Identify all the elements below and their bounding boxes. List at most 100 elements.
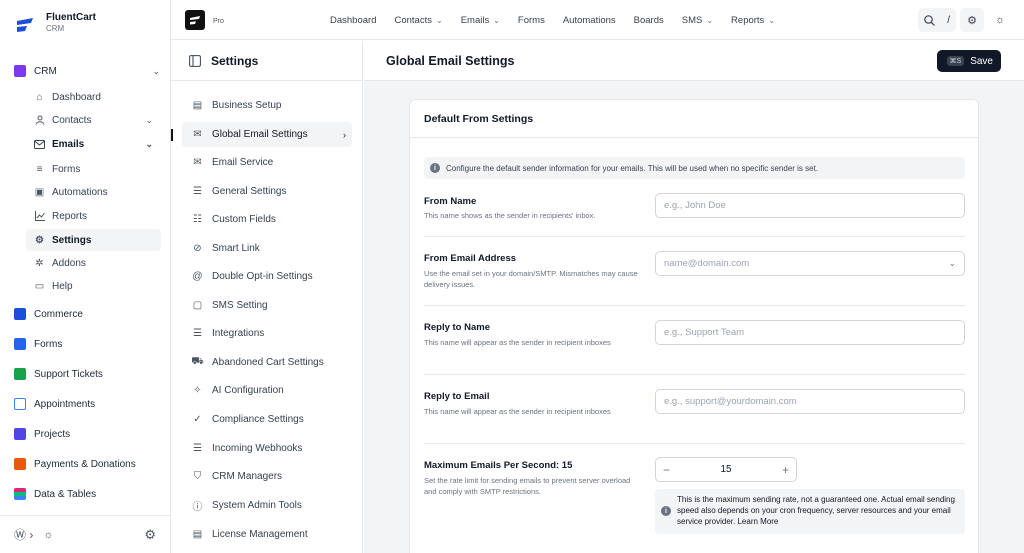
top-menu-automations[interactable]: Automations — [563, 15, 616, 26]
settings-item-smart-link[interactable]: ⊘ Smart Link — [182, 236, 352, 261]
chevron-down-icon: ⌄ — [948, 258, 956, 268]
settings-nav-header: Settings — [171, 41, 362, 81]
sidebar-item-label: Contacts — [52, 114, 92, 126]
sidebar-group-crm[interactable]: CRM ⌄ — [14, 65, 160, 77]
message-icon: ▢ — [192, 300, 203, 311]
mail-icon — [34, 139, 45, 150]
mail-icon: ✉ — [193, 157, 202, 168]
reply-name-input[interactable] — [655, 320, 965, 345]
chevron-right-icon: › — [343, 129, 346, 140]
top-menu-sms[interactable]: SMS ⌄ — [682, 15, 713, 26]
forms-icon — [14, 338, 26, 350]
sidebar-item-settings[interactable]: ⚙ Settings — [26, 229, 161, 251]
sidebar-item-label: Emails — [52, 138, 85, 150]
sidebar-group-commerce[interactable]: Commerce — [14, 308, 160, 320]
sidebar-group-label: Commerce — [34, 308, 83, 320]
sidebar-group-forms[interactable]: Forms — [14, 338, 160, 350]
sidebar-item-automations[interactable]: ▣ Automations — [26, 181, 161, 203]
sidebar-group-label: Support Tickets — [34, 368, 103, 380]
top-menu-contacts[interactable]: Contacts ⌄ — [394, 15, 442, 26]
gear-icon[interactable]: ⚙ — [144, 527, 156, 543]
sliders-icon: ☷ — [193, 214, 202, 225]
sidebar-group-data-tables[interactable]: Data & Tables — [14, 488, 160, 500]
brand[interactable]: FluentCart CRM — [14, 12, 96, 36]
from-name-input[interactable] — [655, 193, 965, 218]
page-header: Global Email Settings ⌘S Save — [364, 41, 1024, 81]
chevron-down-icon: ⌄ — [493, 15, 500, 25]
max-emails-stepper[interactable]: − 15 + — [655, 457, 797, 482]
chart-icon — [34, 211, 45, 222]
top-menu-boards[interactable]: Boards — [634, 15, 664, 26]
sidebar-item-help[interactable]: ▭ Help — [26, 275, 161, 297]
from-email-select[interactable]: name@domain.com ⌄ — [655, 251, 965, 276]
chevron-down-icon: ⌄ — [152, 65, 160, 76]
increment-button[interactable]: + — [782, 463, 789, 477]
info-circle-icon: ⓘ — [192, 502, 203, 513]
sidebar-item-forms[interactable]: ≡ Forms — [26, 158, 161, 180]
settings-item-system-admin-tools[interactable]: ⓘ System Admin Tools — [182, 493, 352, 518]
sidebar-group-payments[interactable]: Payments & Donations — [14, 458, 160, 470]
from-name-help: This name shows as the sender in recipie… — [424, 211, 596, 220]
sidebar-group-support-tickets[interactable]: Support Tickets — [14, 368, 160, 380]
addons-icon: ✲ — [35, 257, 44, 269]
active-indicator — [171, 129, 173, 141]
settings-item-global-email-settings[interactable]: ✉ Global Email Settings › — [182, 122, 352, 147]
settings-item-integrations[interactable]: ☰ Integrations — [182, 321, 352, 346]
list-icon: ≡ — [36, 163, 43, 175]
settings-item-incoming-webhooks[interactable]: ☰ Incoming Webhooks — [182, 436, 352, 461]
decrement-button[interactable]: − — [663, 463, 670, 477]
from-email-placeholder: name@domain.com — [664, 258, 750, 269]
theme-toggle-button[interactable]: ☼ — [988, 8, 1012, 32]
settings-button[interactable]: ⚙ — [960, 8, 984, 32]
search-button[interactable]: / — [918, 8, 956, 32]
app-logo-icon[interactable] — [185, 10, 205, 30]
top-bar: Pro Dashboard Contacts ⌄ Emails ⌄ Forms Au… — [171, 0, 1024, 40]
sidebar-panel-icon[interactable] — [189, 54, 201, 67]
reply-email-help: This name will appear as the sender in r… — [424, 407, 611, 416]
top-menu-forms[interactable]: Forms — [518, 15, 545, 26]
chevron-down-icon: ⌄ — [145, 114, 153, 125]
sidebar-item-contacts[interactable]: Contacts ⌄ — [26, 109, 161, 131]
sidebar-group-appointments[interactable]: Appointments — [14, 398, 160, 410]
pro-badge: Pro — [213, 18, 224, 25]
gear-icon: ⚙ — [967, 14, 977, 27]
max-emails-value[interactable]: 15 — [720, 464, 731, 475]
top-menu-reports[interactable]: Reports ⌄ — [731, 15, 775, 26]
wordpress-icon[interactable]: Ⓦ › — [14, 526, 33, 543]
help-icon: ▭ — [34, 280, 45, 292]
cart-icon: ⛟ — [191, 356, 204, 367]
reply-email-label: Reply to Email — [424, 391, 490, 402]
main-content: Global Email Settings ⌘S Save Default Fr… — [364, 41, 1024, 553]
settings-item-sms-setting[interactable]: ▢ SMS Setting — [182, 293, 352, 318]
crm-icon — [14, 65, 26, 77]
settings-item-abandoned-cart[interactable]: ⛟ Abandoned Cart Settings — [182, 350, 352, 375]
sidebar-item-reports[interactable]: Reports — [26, 205, 161, 227]
theme-toggle-icon[interactable]: ☼ — [43, 529, 53, 541]
settings-item-crm-managers[interactable]: ⛉ CRM Managers — [182, 464, 352, 489]
settings-item-email-service[interactable]: ✉ Email Service — [182, 150, 352, 175]
sidebar-group-projects[interactable]: Projects — [14, 428, 160, 440]
top-menu-dashboard[interactable]: Dashboard — [330, 15, 376, 26]
settings-item-double-opt-in[interactable]: @ Double Opt-in Settings — [182, 264, 352, 289]
sidebar-item-addons[interactable]: ✲ Addons — [26, 252, 161, 274]
sidebar-item-emails[interactable]: Emails ⌄ — [26, 133, 161, 155]
settings-item-custom-fields[interactable]: ☷ Custom Fields — [182, 207, 352, 232]
info-icon: i — [661, 506, 671, 516]
settings-item-ai-configuration[interactable]: ✧ AI Configuration — [182, 378, 352, 403]
save-button[interactable]: ⌘S Save — [936, 50, 1001, 72]
commerce-icon — [14, 308, 26, 320]
sidebar-group-label: CRM — [34, 65, 57, 77]
chevron-down-icon: ⌄ — [145, 138, 153, 149]
reply-email-input[interactable] — [655, 389, 965, 414]
sidebar-group-label: Projects — [34, 428, 71, 440]
top-menu-emails[interactable]: Emails ⌄ — [461, 15, 500, 26]
sidebar-item-dashboard[interactable]: ⌂ Dashboard — [26, 86, 161, 108]
settings-item-compliance[interactable]: ✓ Compliance Settings — [182, 407, 352, 432]
settings-item-license-management[interactable]: ▤ License Management — [182, 522, 352, 547]
search-shortcut: / — [947, 14, 950, 26]
rate-note: i This is the maximum sending rate, not … — [655, 489, 965, 534]
settings-item-business-setup[interactable]: ▤ Business Setup — [182, 93, 352, 118]
check-circle-icon: ✓ — [193, 414, 202, 425]
sidebar-item-label: Reports — [52, 210, 88, 222]
settings-item-general-settings[interactable]: ☰ General Settings — [182, 179, 352, 204]
